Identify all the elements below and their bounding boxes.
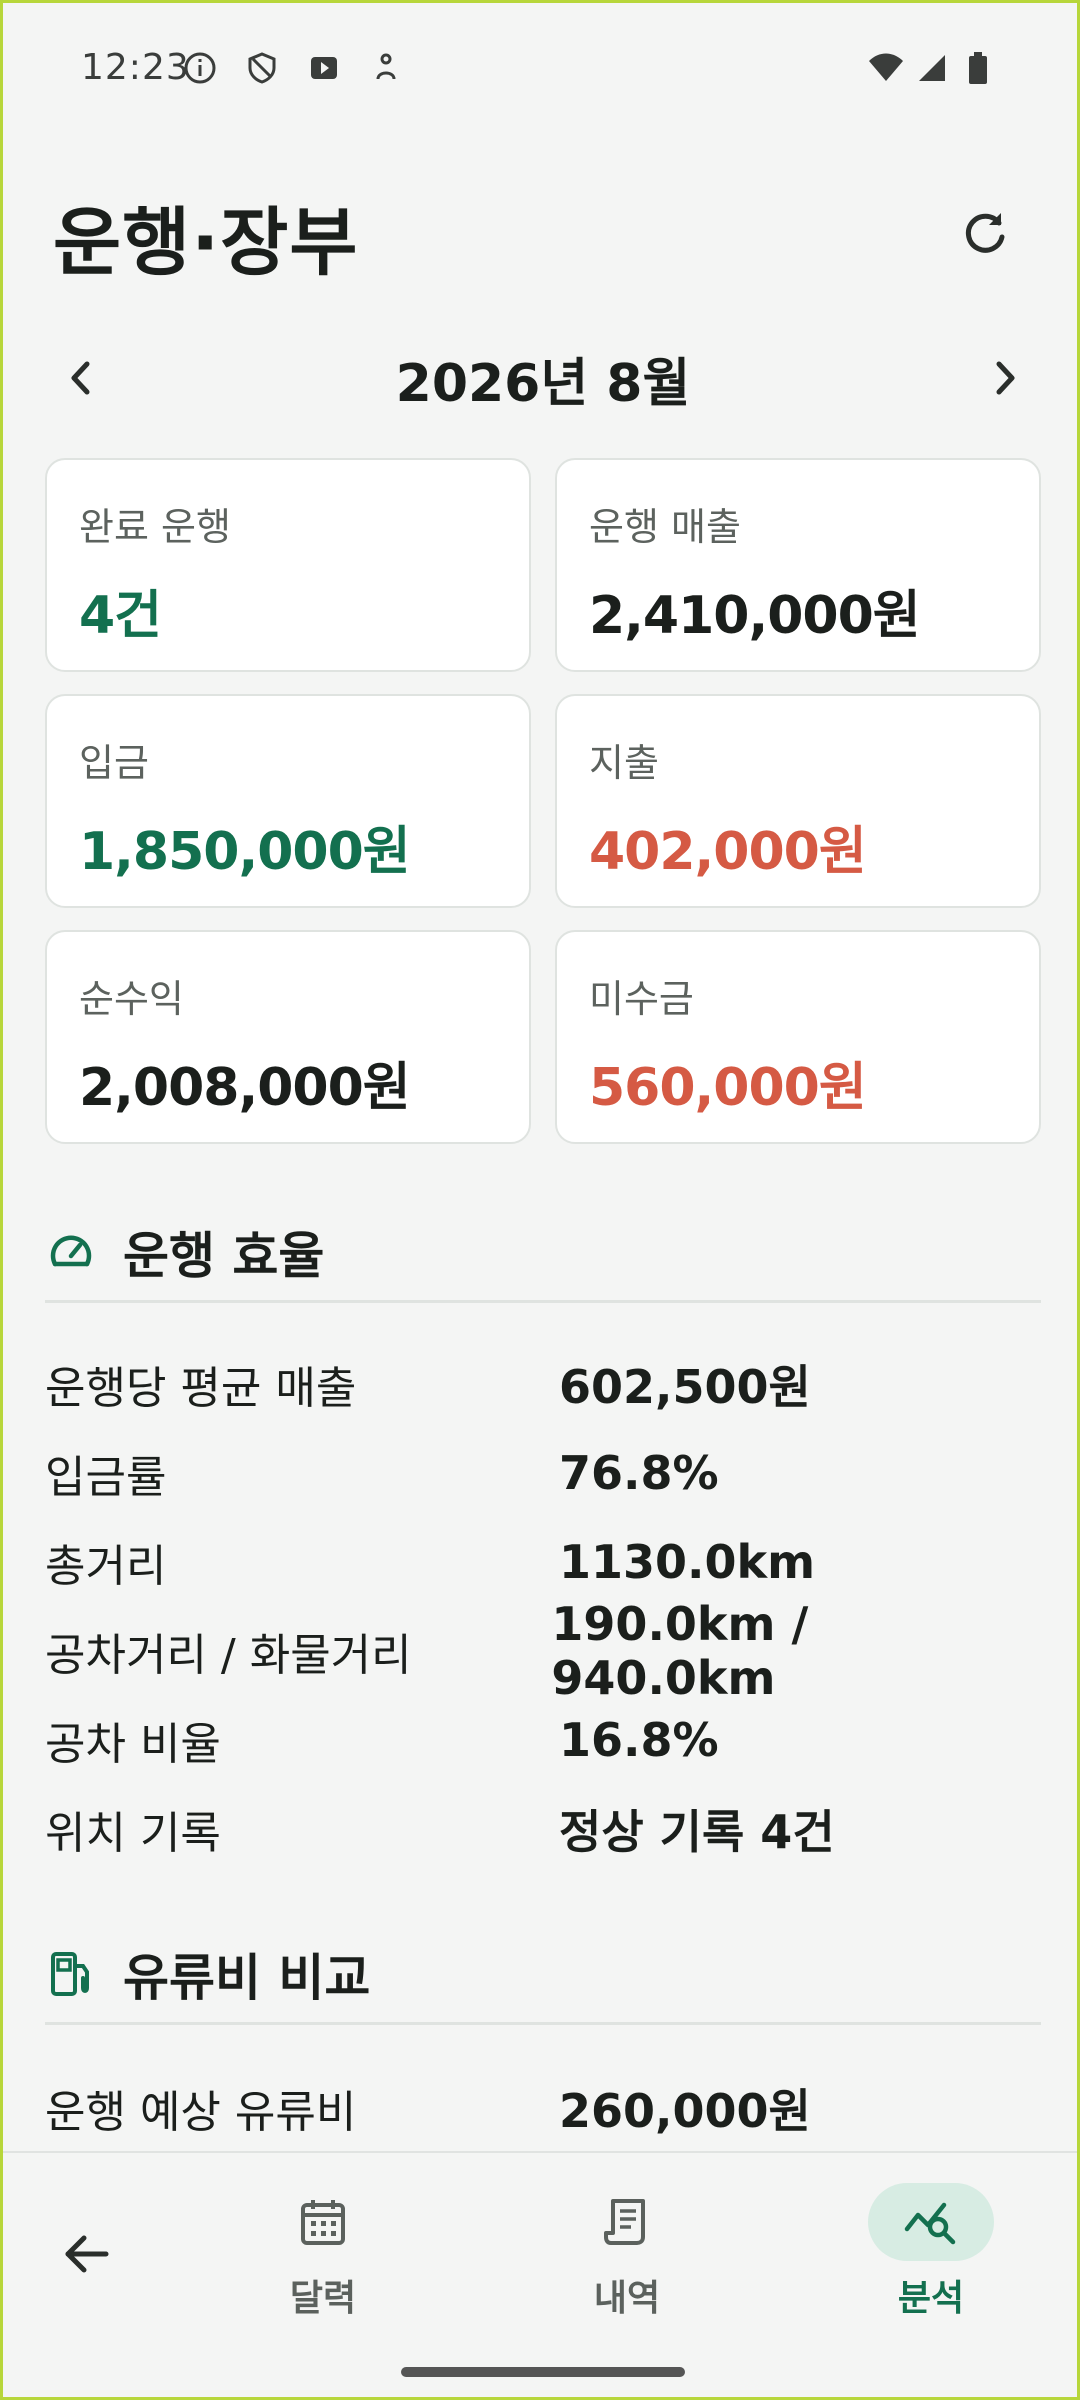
card-label: 입금 bbox=[79, 741, 149, 785]
card-expenses: 지출 402,000원 bbox=[555, 694, 1041, 908]
card-label: 운행 매출 bbox=[589, 505, 741, 549]
nav-label: 내역 bbox=[593, 2278, 661, 2319]
card-value: 402,000원 bbox=[589, 822, 867, 882]
refresh-button[interactable] bbox=[953, 201, 1017, 265]
section-title: 운행 효율 bbox=[123, 1226, 325, 1285]
item-value: 76.8% bbox=[559, 1445, 719, 1500]
accessibility-icon bbox=[369, 51, 403, 83]
item-value: 1130.0km bbox=[559, 1534, 816, 1589]
nav-item-history[interactable]: 내역 bbox=[537, 2183, 717, 2323]
card-label: 지출 bbox=[589, 741, 659, 785]
nav-item-analytics[interactable]: 분석 bbox=[841, 2183, 1021, 2323]
card-completed-trips: 완료 운행 4건 bbox=[45, 458, 531, 672]
card-label: 완료 운행 bbox=[79, 505, 231, 549]
status-time: 12:23 bbox=[81, 47, 190, 88]
speedometer-icon bbox=[45, 1226, 97, 1278]
analytics-icon bbox=[904, 2202, 956, 2245]
card-label: 미수금 bbox=[589, 977, 694, 1021]
nav-label: 분석 bbox=[897, 2278, 965, 2319]
receipt-icon bbox=[604, 2199, 645, 2245]
efficiency-list: 운행당 평균 매출 602,500원 입금률 76.8% 총거리 1130.0k… bbox=[45, 1339, 1041, 1873]
fuel-list: 운행 예상 유류비 260,000원 bbox=[45, 2063, 1041, 2152]
card-deposits: 입금 1,850,000원 bbox=[45, 694, 531, 908]
arrow-back-icon bbox=[65, 2235, 109, 2273]
list-item: 공차거리 / 화물거리 190.0km / 940.0km bbox=[45, 1597, 1041, 1705]
item-value: 190.0km / 940.0km bbox=[551, 1596, 809, 1705]
status-icons-right bbox=[867, 51, 1001, 84]
nav-icon-wrap-active bbox=[868, 2183, 994, 2261]
fuel-pump-icon bbox=[45, 1948, 97, 2000]
list-item: 총거리 1130.0km bbox=[45, 1517, 1041, 1606]
status-bar: 12:23 bbox=[3, 3, 1077, 123]
efficiency-section-header: 운행 효율 bbox=[45, 1203, 1041, 1303]
card-value: 2,410,000원 bbox=[589, 586, 921, 646]
signal-icon bbox=[917, 51, 951, 83]
shield-icon bbox=[245, 51, 279, 84]
nav-label: 달력 bbox=[289, 2278, 357, 2319]
next-month-button[interactable] bbox=[971, 343, 1041, 413]
nav-item-calendar[interactable]: 달력 bbox=[233, 2183, 413, 2323]
card-receivables: 미수금 560,000원 bbox=[555, 930, 1041, 1144]
month-label: 2026년 8월 bbox=[395, 353, 691, 414]
item-label: 운행 예상 유류비 bbox=[45, 2086, 357, 2138]
back-button[interactable] bbox=[51, 2219, 121, 2289]
list-item: 운행당 평균 매출 602,500원 bbox=[45, 1339, 1041, 1428]
card-value: 4건 bbox=[79, 586, 162, 646]
month-navigator: 2026년 8월 bbox=[45, 333, 1041, 423]
card-net-profit: 순수익 2,008,000원 bbox=[45, 930, 531, 1144]
section-title: 유류비 비교 bbox=[123, 1948, 371, 2007]
item-label: 위치 기록 bbox=[45, 1807, 221, 1859]
calendar-icon bbox=[301, 2200, 345, 2245]
media-icon bbox=[307, 51, 341, 83]
list-item: 공차 비율 16.8% bbox=[45, 1695, 1041, 1784]
refresh-icon bbox=[965, 213, 1005, 253]
chevron-left-icon bbox=[71, 361, 90, 395]
list-item: 운행 예상 유류비 260,000원 bbox=[45, 2063, 1041, 2152]
item-label: 공차거리 / 화물거리 bbox=[45, 1629, 412, 1681]
battery-icon bbox=[967, 51, 1001, 84]
prev-month-button[interactable] bbox=[45, 343, 115, 413]
page-title: 운행·장부 bbox=[53, 200, 359, 286]
summary-cards: 완료 운행 4건 운행 매출 2,410,000원 입금 1,850,000원 … bbox=[45, 458, 1041, 1144]
chevron-right-icon bbox=[996, 361, 1015, 395]
item-value: 260,000원 bbox=[559, 2083, 811, 2138]
item-label: 운행당 평균 매출 bbox=[45, 1362, 357, 1414]
card-trip-revenue: 운행 매출 2,410,000원 bbox=[555, 458, 1041, 672]
item-value: 정상 기록 4건 bbox=[559, 1804, 835, 1859]
card-value: 1,850,000원 bbox=[79, 822, 411, 882]
status-icons-left bbox=[183, 51, 403, 84]
item-label: 공차 비율 bbox=[45, 1718, 221, 1770]
wifi-icon bbox=[867, 51, 903, 83]
card-value: 2,008,000원 bbox=[79, 1058, 411, 1118]
item-value: 16.8% bbox=[559, 1712, 719, 1767]
list-item: 입금률 76.8% bbox=[45, 1428, 1041, 1517]
item-label: 총거리 bbox=[45, 1540, 167, 1592]
nav-icon-wrap bbox=[564, 2183, 690, 2261]
item-label: 입금률 bbox=[45, 1451, 167, 1503]
fuel-section-header: 유류비 비교 bbox=[45, 1925, 1041, 2025]
card-label: 순수익 bbox=[79, 977, 184, 1021]
bottom-navigation: 달력 내역 분석 bbox=[3, 2151, 1077, 2339]
nav-icon-wrap bbox=[260, 2183, 386, 2261]
item-value: 602,500원 bbox=[559, 1359, 811, 1414]
card-value: 560,000원 bbox=[589, 1058, 867, 1118]
home-indicator[interactable] bbox=[401, 2367, 685, 2377]
info-icon bbox=[183, 51, 217, 84]
list-item: 위치 기록 정상 기록 4건 bbox=[45, 1784, 1041, 1873]
